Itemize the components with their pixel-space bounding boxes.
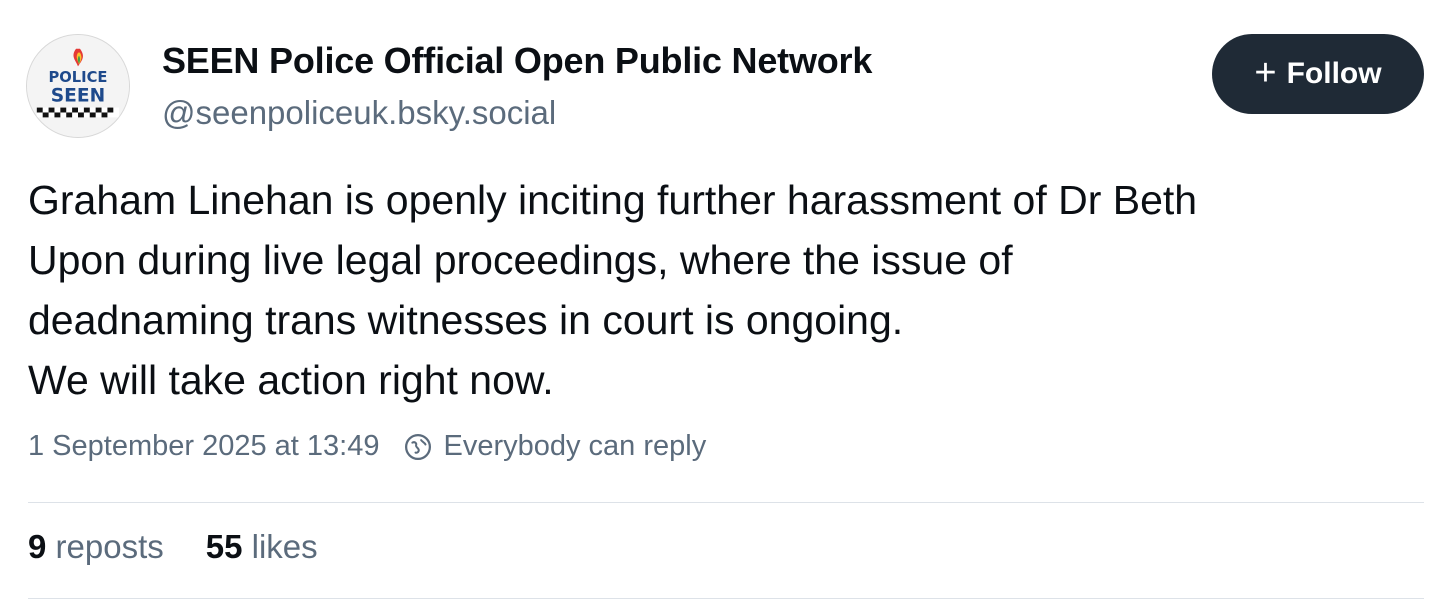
- reposts-label: reposts: [55, 528, 164, 565]
- author-handle[interactable]: @seenpoliceuk.bsky.social: [162, 94, 556, 132]
- follow-label: Follow: [1286, 57, 1382, 90]
- likes-label: likes: [251, 528, 318, 565]
- post-timestamp[interactable]: 1 September 2025 at 13:49: [28, 430, 379, 463]
- post-thread-view: POLICE SEEN SEEN Police Official Open Pu…: [0, 0, 1430, 600]
- follow-button[interactable]: + Follow: [1212, 34, 1424, 114]
- reposts-stat[interactable]: 9 reposts: [28, 528, 164, 566]
- post-meta: 1 September 2025 at 13:49 Everybody can …: [28, 430, 706, 463]
- post-text-line: Graham Linehan is openly inciting furthe…: [28, 177, 1198, 223]
- globe-icon: [405, 433, 432, 460]
- post-text: Graham Linehan is openly inciting furthe…: [28, 170, 1418, 410]
- divider: [28, 598, 1424, 599]
- post-text-line: We will take action right now.: [28, 357, 554, 403]
- svg-text:POLICE: POLICE: [49, 69, 108, 86]
- reply-setting[interactable]: Everybody can reply: [403, 430, 706, 463]
- likes-count: 55: [205, 528, 243, 565]
- post-text-line: Upon during live legal proceedings, wher…: [28, 237, 1013, 283]
- reposts-count: 9: [28, 528, 47, 565]
- post-header: POLICE SEEN SEEN Police Official Open Pu…: [0, 0, 1430, 150]
- svg-text:SEEN: SEEN: [51, 86, 105, 107]
- police-seen-logo-icon: POLICE SEEN: [27, 35, 129, 137]
- post-text-line: deadnaming trans witnesses in court is o…: [28, 297, 904, 343]
- author-display-name[interactable]: SEEN Police Official Open Public Network: [162, 40, 872, 82]
- reply-setting-label: Everybody can reply: [443, 430, 707, 462]
- likes-stat[interactable]: 55 likes: [206, 528, 318, 566]
- plus-icon: +: [1254, 51, 1277, 94]
- engagement-stats: 9 reposts 55 likes: [28, 528, 318, 566]
- divider: [28, 502, 1424, 503]
- avatar[interactable]: POLICE SEEN: [26, 34, 130, 138]
